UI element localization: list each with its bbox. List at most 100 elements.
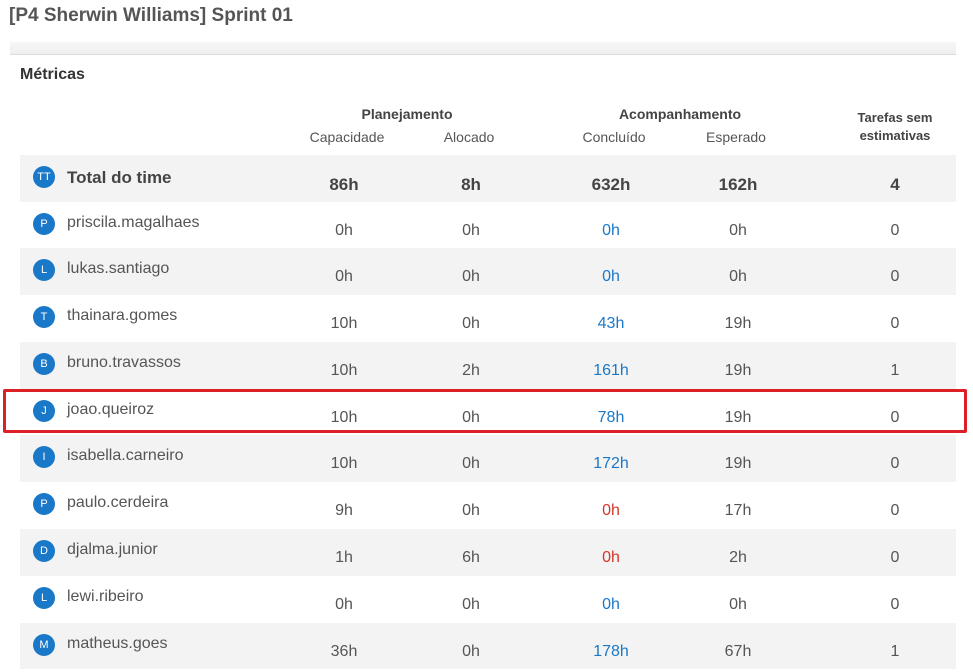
cell-alocado: 0h xyxy=(462,642,480,660)
table-row[interactable]: Llukas.santiago 0h 0h 0h 0h 0 xyxy=(20,248,956,296)
cell-esperado: 19h xyxy=(724,361,752,379)
cell-alocado: 2h xyxy=(462,361,480,379)
member-name[interactable]: thainara.gomes xyxy=(67,307,177,325)
total-label: Total do time xyxy=(67,168,172,187)
metrics-table: TT Total do time 86h 8h 632h 162h 4 Ppri… xyxy=(20,155,956,670)
cell-tarefas-sem-estimativas: 1 xyxy=(890,642,900,660)
cell-alocado: 0h xyxy=(462,502,480,520)
cell-alocado: 0h xyxy=(462,595,480,613)
table-row[interactable]: Bbruno.travassos 10h 2h 161h 19h 1 xyxy=(20,341,956,389)
avatar: L xyxy=(33,259,55,282)
total-esperado: 162h xyxy=(718,175,758,194)
cell-concluido[interactable]: 0h xyxy=(566,222,656,240)
cell-tarefas-sem-estimativas: 0 xyxy=(890,549,900,567)
total-capacidade: 86h xyxy=(329,175,359,194)
cell-capacidade: 10h xyxy=(330,408,358,426)
cell-capacidade: 0h xyxy=(335,221,353,239)
header-tse-line2: estimativas xyxy=(859,128,931,143)
member-name[interactable]: priscila.magalhaes xyxy=(67,214,200,232)
cell-concluido[interactable]: 0h xyxy=(566,268,656,286)
cell-tarefas-sem-estimativas: 0 xyxy=(890,502,900,520)
total-row: TT Total do time 86h 8h 632h 162h 4 xyxy=(20,155,956,202)
cell-tarefas-sem-estimativas: 0 xyxy=(890,408,900,426)
table-row[interactable]: Mmatheus.goes 36h 0h 178h 67h 1 xyxy=(20,622,956,670)
cell-capacidade: 10h xyxy=(330,361,358,379)
cell-concluido[interactable]: 78h xyxy=(566,409,656,427)
avatar: P xyxy=(33,493,55,516)
cell-esperado: 19h xyxy=(724,408,752,426)
toolbar-strip xyxy=(10,42,956,55)
cell-capacidade: 1h xyxy=(335,549,353,567)
table-row[interactable]: Llewi.ribeiro 0h 0h 0h 0h 0 xyxy=(20,576,956,623)
cell-alocado: 0h xyxy=(462,221,480,239)
avatar: T xyxy=(33,306,55,329)
section-title: Métricas xyxy=(20,66,85,83)
avatar: P xyxy=(33,212,55,235)
total-tarefas: 4 xyxy=(890,175,900,194)
cell-tarefas-sem-estimativas: 0 xyxy=(890,221,900,239)
header-esperado: Esperado xyxy=(706,129,766,145)
cell-capacidade: 36h xyxy=(330,642,358,660)
cell-concluido[interactable]: 178h xyxy=(566,643,656,661)
table-row[interactable]: Ppaulo.cerdeira 9h 0h 0h 17h 0 xyxy=(20,482,956,529)
header-acompanhamento: Acompanhamento xyxy=(618,106,742,122)
cell-tarefas-sem-estimativas: 0 xyxy=(890,315,900,333)
avatar: L xyxy=(33,586,55,609)
cell-esperado: 19h xyxy=(724,455,752,473)
cell-tarefas-sem-estimativas: 0 xyxy=(890,455,900,473)
table-row[interactable]: Ddjalma.junior 1h 6h 0h 2h 0 xyxy=(20,529,956,576)
avatar: B xyxy=(33,352,55,375)
member-name[interactable]: matheus.goes xyxy=(67,635,168,653)
header-tse-line1: Tarefas sem xyxy=(857,110,933,125)
header-tarefas-sem-estimativas: Tarefas sem estimativas xyxy=(840,109,950,145)
cell-concluido[interactable]: 161h xyxy=(566,362,656,380)
cell-tarefas-sem-estimativas: 1 xyxy=(890,361,900,379)
total-alocado: 8h xyxy=(461,175,481,194)
member-name[interactable]: isabella.carneiro xyxy=(67,447,184,465)
header-planejamento: Planejamento xyxy=(361,106,453,122)
cell-capacidade: 0h xyxy=(335,268,353,286)
table-row[interactable]: Tthainara.gomes 10h 0h 43h 19h 0 xyxy=(20,295,956,342)
cell-alocado: 0h xyxy=(462,315,480,333)
cell-esperado: 0h xyxy=(729,221,747,239)
member-name[interactable]: bruno.travassos xyxy=(67,354,181,372)
avatar: M xyxy=(33,633,55,656)
member-name[interactable]: paulo.cerdeira xyxy=(67,494,168,512)
cell-concluido[interactable]: 0h xyxy=(566,549,656,567)
header-concluido: Concluído xyxy=(582,129,646,145)
avatar: TT xyxy=(33,166,55,188)
cell-alocado: 0h xyxy=(462,408,480,426)
cell-alocado: 0h xyxy=(462,455,480,473)
avatar: D xyxy=(33,540,55,563)
cell-concluido[interactable]: 0h xyxy=(566,502,656,520)
cell-esperado: 0h xyxy=(729,268,747,286)
table-row[interactable]: Iisabella.carneiro 10h 0h 172h 19h 0 xyxy=(20,435,956,483)
cell-esperado: 19h xyxy=(724,315,752,333)
table-row[interactable]: Jjoao.queiroz 10h 0h 78h 19h 0 xyxy=(20,389,956,436)
member-name[interactable]: joao.queiroz xyxy=(67,401,154,419)
cell-capacidade: 0h xyxy=(335,595,353,613)
page-title: [P4 Sherwin Williams] Sprint 01 xyxy=(9,5,293,26)
cell-alocado: 6h xyxy=(462,549,480,567)
cell-capacidade: 10h xyxy=(330,315,358,333)
cell-esperado: 17h xyxy=(724,502,752,520)
cell-tarefas-sem-estimativas: 0 xyxy=(890,595,900,613)
cell-concluido[interactable]: 0h xyxy=(566,596,656,614)
avatar: J xyxy=(33,399,55,422)
member-name[interactable]: lewi.ribeiro xyxy=(67,588,143,606)
member-name[interactable]: lukas.santiago xyxy=(67,260,169,278)
cell-alocado: 0h xyxy=(462,268,480,286)
table-row[interactable]: Ppriscila.magalhaes 0h 0h 0h 0h 0 xyxy=(20,202,956,249)
cell-tarefas-sem-estimativas: 0 xyxy=(890,268,900,286)
cell-concluido[interactable]: 43h xyxy=(566,315,656,333)
member-name[interactable]: djalma.junior xyxy=(67,541,158,559)
avatar: I xyxy=(33,446,55,469)
cell-esperado: 2h xyxy=(729,549,747,567)
cell-concluido[interactable]: 172h xyxy=(566,455,656,473)
header-capacidade: Capacidade xyxy=(309,129,385,145)
cell-capacidade: 9h xyxy=(335,502,353,520)
cell-esperado: 0h xyxy=(729,595,747,613)
cell-esperado: 67h xyxy=(724,642,752,660)
total-concluido: 632h xyxy=(591,175,631,194)
cell-capacidade: 10h xyxy=(330,455,358,473)
